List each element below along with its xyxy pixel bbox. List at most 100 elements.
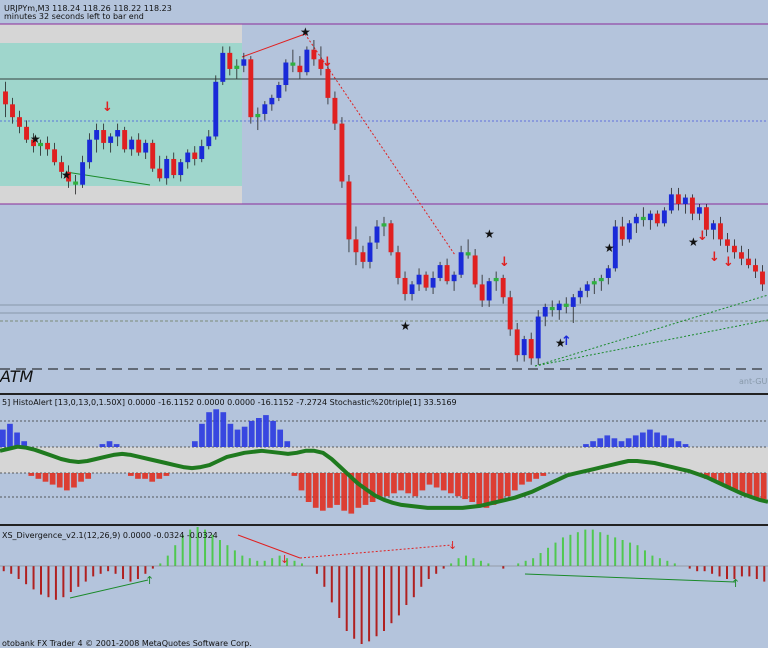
candle-body xyxy=(185,152,191,163)
candle-body xyxy=(556,303,562,311)
histo-bar xyxy=(661,435,668,447)
histo-bar xyxy=(263,415,269,447)
candle-body xyxy=(325,68,331,98)
candle-body xyxy=(192,152,198,159)
candle-body xyxy=(703,207,709,230)
candle-body xyxy=(472,255,478,285)
star-marker: ★ xyxy=(300,25,311,39)
candle-body xyxy=(640,216,646,221)
histo-bar xyxy=(142,473,148,479)
arrow-down-icon: ↓ xyxy=(322,55,333,70)
candle-body xyxy=(577,290,583,298)
candle-body xyxy=(514,329,520,356)
candle-body xyxy=(395,252,401,278)
candle-body xyxy=(388,223,394,253)
candle-body xyxy=(668,194,674,211)
histo-bar xyxy=(440,473,447,491)
histo-bar xyxy=(206,412,212,447)
histo-bar xyxy=(128,473,134,476)
histo-bar xyxy=(291,473,298,476)
histo-bar xyxy=(618,441,625,447)
trendline-green-dotted-1 xyxy=(534,294,768,367)
candle-body xyxy=(248,59,254,118)
candle-body xyxy=(549,306,555,311)
histo-bar xyxy=(426,473,433,485)
candle-body xyxy=(206,136,212,147)
histo-bar xyxy=(113,444,120,447)
candle-body xyxy=(619,226,625,240)
star-marker: ★ xyxy=(61,168,72,182)
candle-body xyxy=(115,130,121,137)
candle-body xyxy=(486,281,492,301)
histo-bar xyxy=(405,473,412,494)
histo-bar xyxy=(312,473,319,508)
panel-separator[interactable] xyxy=(0,393,768,395)
histo-bar xyxy=(682,444,689,447)
candle-body xyxy=(52,149,58,163)
zone-box-top xyxy=(0,24,242,43)
histo-bar xyxy=(597,438,604,447)
candle-body xyxy=(739,252,744,259)
histo-bar xyxy=(334,473,340,505)
histo-bar xyxy=(611,438,618,447)
candle-body xyxy=(262,104,268,114)
candle-body xyxy=(661,210,667,224)
candle-body xyxy=(94,130,100,140)
candle-body xyxy=(353,239,359,253)
arrow-down-icon: ↓ xyxy=(499,255,510,270)
star-marker: ★ xyxy=(604,241,615,255)
candle-body xyxy=(304,49,310,73)
histo-bar xyxy=(163,473,170,476)
histo-bar xyxy=(85,473,92,479)
histo-bar xyxy=(583,444,589,447)
histo-bar xyxy=(369,473,376,502)
histo-bar xyxy=(56,473,63,488)
histo-bar xyxy=(384,473,390,497)
histo-bar xyxy=(42,473,49,482)
footer-copyright: otobank FX Trader 4 © 2001-2008 MetaQuot… xyxy=(2,639,252,648)
trading-chart-window: ★ ★ ★ ★ ★ ★ ★ ★ ↓ ↓ ↓ ↓ ↓ ↓ ↑ URJPYm,M3 … xyxy=(0,0,768,648)
histo-bar xyxy=(604,435,611,447)
histo-bar xyxy=(64,473,70,491)
chart-canvas[interactable]: ★ ★ ★ ★ ★ ★ ★ ★ ↓ ↓ ↓ ↓ ↓ ↓ ↑ URJPYm,M3 … xyxy=(0,0,768,648)
candle-body xyxy=(591,281,597,285)
histo-bar xyxy=(640,432,646,447)
candle-body xyxy=(682,197,688,204)
histo-bar xyxy=(462,473,468,500)
panel-separator[interactable] xyxy=(0,524,768,526)
candle-body xyxy=(753,265,758,272)
candle-body xyxy=(402,277,408,295)
candle-body xyxy=(178,162,184,176)
candle-body xyxy=(367,242,373,262)
candle-body xyxy=(199,146,205,159)
candle-body xyxy=(241,59,247,66)
candle-body xyxy=(563,303,569,307)
histo-bar xyxy=(419,473,426,491)
bar-timer: minutes 32 seconds left to bar end xyxy=(4,12,144,21)
candle-body xyxy=(157,168,163,179)
candle-body xyxy=(732,245,737,253)
candle-body xyxy=(87,139,93,163)
candle-body xyxy=(535,316,541,359)
candle-body xyxy=(283,62,289,86)
histo-bar xyxy=(590,441,596,447)
candle-body xyxy=(17,117,22,127)
histo-bar xyxy=(739,473,746,494)
histo-bar xyxy=(256,418,262,447)
histo-bar xyxy=(227,423,234,447)
histo-bar xyxy=(433,473,440,488)
div-line-green-2 xyxy=(524,573,736,583)
candle-body xyxy=(360,252,366,262)
histo-bar xyxy=(106,441,113,447)
candle-body xyxy=(423,274,429,288)
histo-bar xyxy=(199,423,205,447)
candle-body xyxy=(101,130,107,143)
histo-bar xyxy=(668,438,675,447)
candle-body xyxy=(10,104,15,118)
candle-body xyxy=(507,297,513,330)
histo-bar xyxy=(49,473,56,485)
histo-bar xyxy=(28,473,35,476)
histo-bar xyxy=(156,473,163,479)
candle-body xyxy=(584,284,590,291)
candle-body xyxy=(570,297,576,307)
